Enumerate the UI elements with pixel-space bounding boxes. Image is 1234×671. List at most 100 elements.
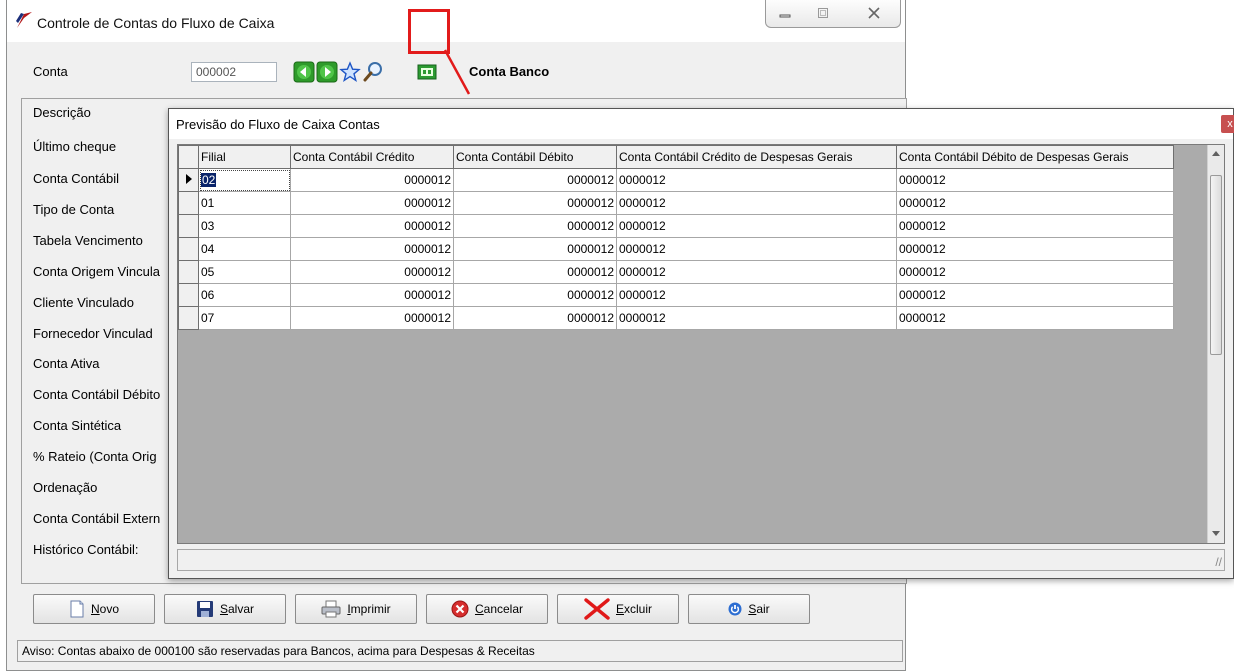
close-icon [868,7,880,19]
minimize-button[interactable] [768,3,802,23]
field-label: Conta Contábil [33,171,119,186]
table-cell[interactable]: 0000012 [290,237,454,261]
novo-button[interactable]: Novo [33,594,155,624]
field-label: Conta Contábil Extern [33,511,161,526]
table-cell[interactable]: 0000012 [896,191,1174,215]
next-record-icon[interactable] [316,61,338,83]
table-cell[interactable]: 0000012 [616,306,897,330]
favorite-star-icon[interactable] [339,61,361,83]
table-cell[interactable]: 0000012 [453,283,617,307]
table-cell[interactable]: 0000012 [616,237,897,261]
table-cell[interactable]: 0000012 [896,260,1174,284]
table-row[interactable]: 07 0000012 0000012 0000012 0000012 [178,306,1174,330]
table-cell[interactable]: 0000012 [453,306,617,330]
sair-label: Sair [748,602,770,616]
search-icon[interactable] [362,61,384,83]
accounts-table: Filial Conta Contábil Crédito Conta Cont… [178,145,1174,330]
table-cell[interactable]: 05 [198,260,291,284]
delete-x-icon [584,598,610,620]
table-cell[interactable]: 04 [198,237,291,261]
table-cell[interactable]: 03 [198,214,291,238]
column-header[interactable]: Conta Contábil Crédito [290,145,454,169]
cancelar-label: Cancelar [474,602,524,616]
sair-button[interactable]: Sair [688,594,810,624]
window-controls [765,0,901,28]
column-header[interactable]: Conta Contábil Débito de Despesas Gerais [896,145,1174,169]
table-cell[interactable]: 0000012 [616,283,897,307]
table-row[interactable]: 04 0000012 0000012 0000012 0000012 [178,237,1174,261]
conta-label: Conta [33,64,68,79]
app-logo-icon [16,12,32,28]
title-bar: Controle de Contas do Fluxo de Caixa [7,0,905,42]
table-cell[interactable]: 0000012 [616,260,897,284]
resize-grip-icon[interactable]: // [1215,555,1222,569]
minimize-icon [779,14,791,18]
table-cell[interactable]: 0000012 [896,214,1174,238]
salvar-button[interactable]: Salvar [164,594,286,624]
table-cell[interactable]: 0000012 [616,168,897,192]
table-cell[interactable]: 0000012 [896,283,1174,307]
column-header[interactable]: Filial [198,145,291,169]
imprimir-button[interactable]: Imprimir [295,594,417,624]
close-button[interactable] [852,3,896,23]
row-indicator [178,191,199,215]
table-cell[interactable]: 0000012 [896,168,1174,192]
popup-title-bar: Previsão do Fluxo de Caixa Contas x [169,109,1234,139]
table-row[interactable]: 02 0000012 0000012 0000012 0000012 [178,168,1174,192]
column-header[interactable]: Conta Contábil Crédito de Despesas Gerai… [616,145,897,169]
table-cell[interactable]: 0000012 [453,260,617,284]
status-text: Aviso: Contas abaixo de 000100 são reser… [22,644,535,658]
current-row-arrow-icon [185,174,192,184]
table-cell[interactable]: 01 [198,191,291,215]
table-cell[interactable]: 0000012 [453,214,617,238]
table-row[interactable]: 05 0000012 0000012 0000012 0000012 [178,260,1174,284]
cancelar-button[interactable]: Cancelar [426,594,548,624]
conta-code-input[interactable] [191,62,277,82]
accounts-grid-icon[interactable] [416,61,438,83]
maximize-button[interactable] [806,3,840,23]
row-indicator [178,168,199,192]
popup-close-button[interactable]: x [1221,115,1234,133]
salvar-label: Salvar [219,602,255,616]
excluir-button[interactable]: Excluir [557,594,679,624]
field-label: Conta Sintética [33,418,122,433]
column-header[interactable]: Conta Contábil Débito [453,145,617,169]
table-row[interactable]: 01 0000012 0000012 0000012 0000012 [178,191,1174,215]
table-cell[interactable]: 0000012 [453,237,617,261]
table-cell[interactable]: 0000012 [290,260,454,284]
table-row[interactable]: 06 0000012 0000012 0000012 0000012 [178,283,1174,307]
conta-name: Conta Banco [469,64,550,79]
annotation-arrow-icon [443,49,471,95]
table-cell[interactable]: 06 [198,283,291,307]
status-bar: Aviso: Contas abaixo de 000100 são reser… [17,640,903,662]
table-cell[interactable]: 0000012 [896,306,1174,330]
table-cell[interactable]: 0000012 [453,191,617,215]
table-cell[interactable]: 0000012 [616,191,897,215]
table-cell[interactable]: 0000012 [616,214,897,238]
row-indicator [178,237,199,261]
scroll-thumb[interactable] [1210,175,1222,355]
vertical-scrollbar[interactable] [1207,145,1224,543]
data-grid[interactable]: Filial Conta Contábil Crédito Conta Cont… [177,144,1225,544]
table-cell[interactable]: 0000012 [290,191,454,215]
table-cell[interactable]: 0000012 [290,283,454,307]
field-label: % Rateio (Conta Orig [33,449,157,464]
field-label: Tabela Vencimento [33,233,143,248]
table-cell[interactable]: 02 [198,168,291,192]
save-disk-icon [196,601,213,617]
scroll-up-button[interactable] [1208,145,1224,162]
row-indicator [178,260,199,284]
field-label: Fornecedor Vinculad [33,326,153,341]
table-cell[interactable]: 0000012 [290,168,454,192]
imprimir-label: Imprimir [347,602,391,616]
field-label: Ordenação [33,480,98,495]
table-cell[interactable]: 0000012 [290,214,454,238]
table-cell[interactable]: 0000012 [896,237,1174,261]
scroll-down-button[interactable] [1208,526,1224,543]
table-row[interactable]: 03 0000012 0000012 0000012 0000012 [178,214,1174,238]
table-cell[interactable]: 07 [198,306,291,330]
window-title: Controle de Contas do Fluxo de Caixa [37,15,275,31]
table-cell[interactable]: 0000012 [453,168,617,192]
previous-record-icon[interactable] [293,61,315,83]
table-cell[interactable]: 0000012 [290,306,454,330]
